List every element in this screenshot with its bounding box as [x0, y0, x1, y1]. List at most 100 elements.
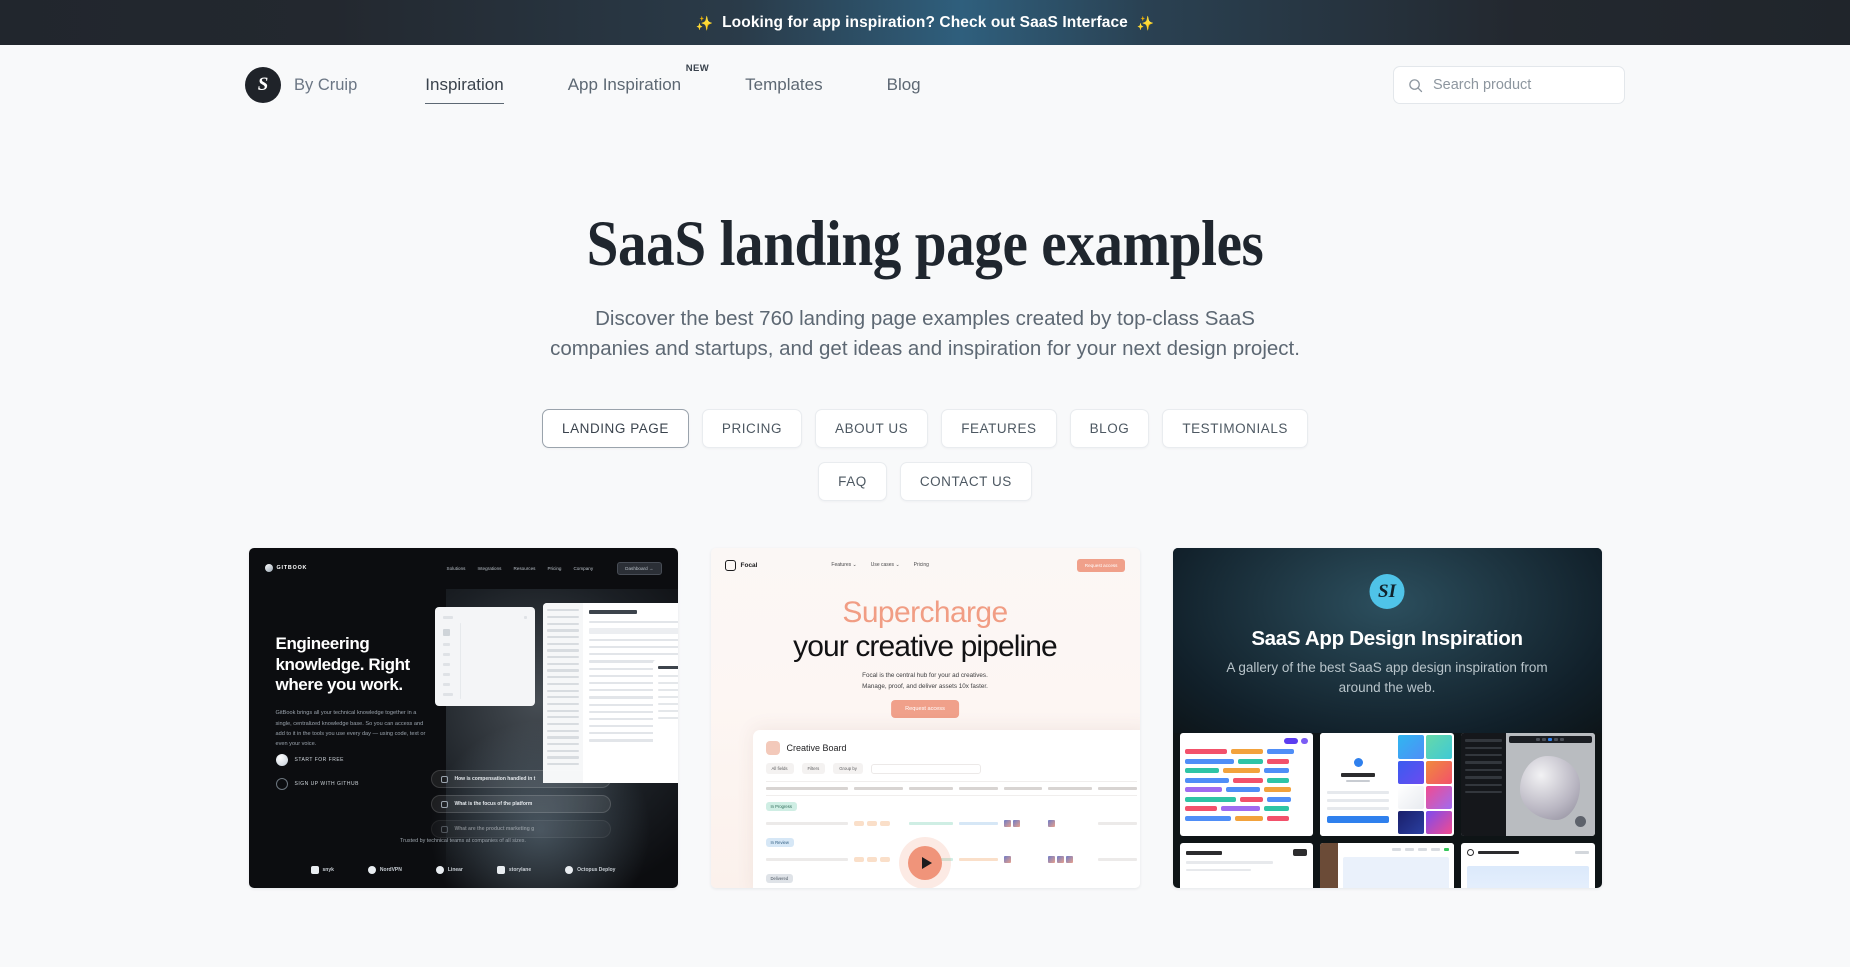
- gallery-tile-pricing-app: [1320, 733, 1454, 837]
- sparkle-icon-right: ✨: [1136, 14, 1155, 31]
- saas-interface-logo-icon: SI: [1369, 574, 1405, 610]
- gitbook-nav-resources: Resources: [513, 565, 536, 571]
- gitbook-nav-company: Company: [573, 565, 594, 571]
- toolbar-chip-filters: Filters: [801, 763, 826, 775]
- sparkle-icon-left: ✨: [695, 14, 714, 31]
- filter-pill-features[interactable]: FEATURES: [941, 409, 1057, 449]
- filter-pill-pricing[interactable]: PRICING: [701, 409, 803, 449]
- logo-label-octopus-deploy: Octopus Deploy: [577, 867, 616, 874]
- brand-logo[interactable]: S By Cruip: [245, 67, 357, 103]
- gitbook-screenshot-panel-c: [652, 660, 678, 753]
- focal-nav-features: Features ⌄: [831, 562, 857, 569]
- focal-logo-icon: [724, 559, 736, 571]
- card-focal-navbar: Focal Features ⌄ Use cases ⌄ Pricing Req…: [711, 556, 1140, 574]
- logo-snyk: snyk: [310, 866, 334, 875]
- gallery-tile-analytics: [1460, 843, 1595, 889]
- gitbook-cta-group: START FOR FREE SIGN UP WITH GITHUB: [275, 754, 359, 791]
- focal-app-header: Creative Board: [753, 730, 1140, 763]
- gitbook-start-free-button: START FOR FREE: [275, 754, 359, 767]
- gitbook-logo-strip: snyk NordVPN Linear storylane Octopus De…: [249, 866, 678, 875]
- logo-storylane: storylane: [496, 866, 532, 875]
- chat-icon: [440, 825, 448, 833]
- brand-name: By Cruip: [294, 75, 358, 94]
- gitbook-nav-integrations: Integrations: [477, 565, 502, 571]
- nav-badge-new: NEW: [685, 63, 710, 74]
- cruip-logo-icon: S: [245, 67, 281, 103]
- nav-item-templates[interactable]: Templates: [745, 69, 822, 101]
- 3d-blob-shape: [1520, 755, 1581, 820]
- gitbook-body-text: GitBook brings all your technical knowle…: [275, 710, 426, 748]
- search-input[interactable]: [1433, 77, 1610, 93]
- filter-pill-blog[interactable]: BLOG: [1069, 409, 1150, 449]
- focal-board-title: Creative Board: [786, 743, 847, 754]
- group-tag-in-progress: In Progress: [765, 802, 797, 812]
- play-button-icon[interactable]: [908, 846, 942, 881]
- gitbook-github-button: SIGN UP WITH GITHUB: [275, 778, 359, 791]
- focal-nav-use-cases: Use cases ⌄: [870, 562, 900, 569]
- logo-octopus-deploy: Octopus Deploy: [565, 866, 616, 875]
- hero-section: SaaS landing page examples Discover the …: [0, 125, 1850, 502]
- circle-icon: [275, 754, 288, 767]
- focal-logo: Focal: [724, 559, 758, 571]
- page-title: SaaS landing page examples: [586, 208, 1264, 280]
- chat-suggestion-row: What is the focus of the platform: [430, 795, 611, 814]
- gitbook-sidebar: [542, 603, 583, 784]
- filter-pill-about-us[interactable]: ABOUT US: [815, 409, 929, 449]
- announcement-label: Looking for app inspiration? Check out S…: [722, 13, 1128, 31]
- table-group-in-review: In Review: [765, 832, 1137, 851]
- focal-subtitle-line1: Focal is the central hub for your ad cre…: [862, 672, 988, 680]
- example-card-saas-interface[interactable]: SI SaaS App Design Inspiration A gallery…: [1172, 548, 1602, 889]
- main-navigation: Inspiration App Inspiration NEW Template…: [425, 63, 921, 104]
- filter-pill-group: LANDING PAGE PRICING ABOUT US FEATURES B…: [530, 409, 1320, 502]
- board-icon: [765, 741, 780, 756]
- tile-editor-viewport: [1506, 733, 1595, 837]
- table-group-delivered: Delivered: [765, 868, 1137, 887]
- nav-item-app-inspiration[interactable]: App Inspiration NEW: [567, 63, 709, 101]
- table-row: [766, 887, 1137, 888]
- gitbook-github-label: SIGN UP WITH GITHUB: [294, 781, 359, 788]
- nav-item-inspiration[interactable]: Inspiration: [425, 69, 504, 104]
- filter-pill-landing-page[interactable]: LANDING PAGE: [542, 409, 689, 449]
- logo-label-storylane: storylane: [508, 867, 532, 874]
- gallery-tile-browser-app: [1320, 843, 1454, 889]
- tile-editor-sidebar: [1460, 733, 1507, 837]
- focal-board-search: [870, 763, 981, 774]
- examples-grid: GITBOOK Solutions Integrations Resources…: [248, 548, 1602, 889]
- focal-headline-accent: Supercharge: [842, 596, 1008, 630]
- saas-interface-title: SaaS App Design Inspiration: [1251, 627, 1523, 651]
- filter-pill-contact-us[interactable]: CONTACT US: [899, 462, 1032, 502]
- gitbook-headline: Engineering knowledge. Right where you w…: [275, 634, 411, 695]
- group-tag-delivered: Delivered: [765, 874, 794, 884]
- hero-subtitle: Discover the best 760 landing page examp…: [550, 307, 1300, 360]
- gitbook-logo: GITBOOK: [264, 564, 308, 573]
- nav-label-blog: Blog: [886, 75, 921, 94]
- chat-icon: [440, 800, 448, 808]
- example-card-focal[interactable]: Focal Features ⌄ Use cases ⌄ Pricing Req…: [710, 548, 1140, 889]
- announcement-banner[interactable]: ✨ Looking for app inspiration? Check out…: [0, 0, 1850, 45]
- nav-label-templates: Templates: [745, 75, 823, 94]
- gitbook-nav-solutions: Solutions: [446, 565, 466, 571]
- chat-suggestion-row: How is compensation handled in t: [430, 770, 611, 789]
- saas-interface-gallery: [1173, 733, 1602, 889]
- filter-pill-faq[interactable]: FAQ: [818, 462, 887, 502]
- tile-chart: [1466, 866, 1589, 889]
- gitbook-logo-icon: [264, 564, 273, 573]
- nav-label-app-inspiration: App Inspiration: [567, 75, 682, 94]
- focal-logo-label: Focal: [740, 561, 758, 569]
- focal-headline-main: your creative pipeline: [793, 630, 1058, 664]
- toolbar-chip-all-fields: All fields: [765, 763, 794, 775]
- gitbook-nav-pricing: Pricing: [547, 565, 562, 571]
- focal-request-access-button: Request access: [891, 700, 959, 719]
- github-icon: [275, 778, 288, 791]
- gitbook-logo-label: GITBOOK: [276, 565, 308, 572]
- focal-nav-pricing: Pricing: [913, 562, 929, 569]
- example-card-gitbook[interactable]: GITBOOK Solutions Integrations Resources…: [248, 548, 678, 889]
- group-tag-in-review: In Review: [765, 838, 794, 848]
- chat-icon: [440, 775, 448, 783]
- logo-linear: Linear: [435, 866, 463, 875]
- focal-nav-links: Features ⌄ Use cases ⌄ Pricing: [831, 562, 929, 568]
- nav-item-blog[interactable]: Blog: [887, 69, 921, 101]
- nordvpn-icon: [367, 866, 376, 875]
- search-box[interactable]: [1393, 66, 1625, 104]
- filter-pill-testimonials[interactable]: TESTIMONIALS: [1162, 409, 1308, 449]
